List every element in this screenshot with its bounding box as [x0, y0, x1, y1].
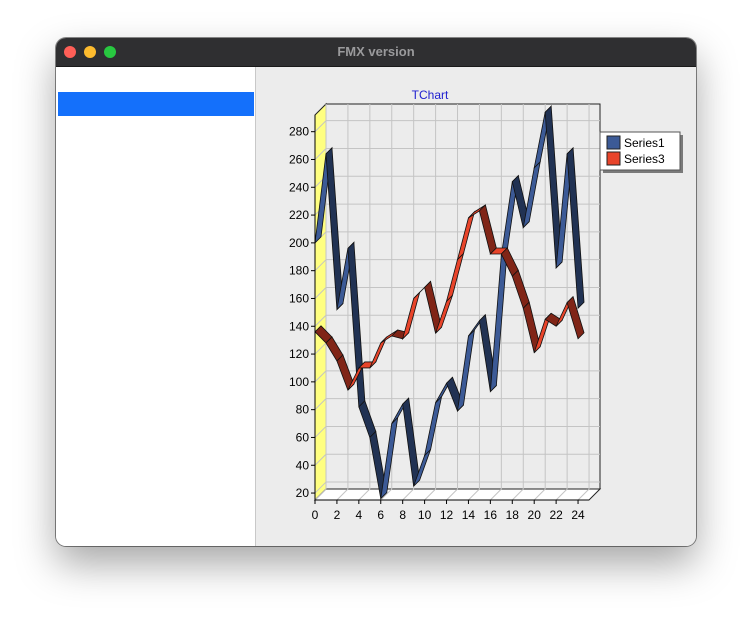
- x-tick-label: 20: [528, 508, 542, 522]
- chart-back-wall: [325, 103, 601, 490]
- x-tick-label: 8: [399, 508, 406, 522]
- x-tick-label: 2: [334, 508, 341, 522]
- x-tick-label: 22: [549, 508, 563, 522]
- app-window: FMX version TChart 20 40 60 80 100 120 140 160 1…: [56, 38, 696, 546]
- tchart: TChart 204060801001201401601802002202402…: [289, 88, 683, 522]
- y-tick-label: 40: [296, 458, 310, 472]
- y-tick-label: 240: [289, 180, 309, 194]
- x-tick-label: 4: [355, 508, 362, 522]
- x-tick-label: 12: [440, 508, 454, 522]
- legend-label-series1: Series1: [624, 136, 665, 150]
- y-tick-label: 140: [289, 319, 309, 333]
- x-tick-label: 18: [506, 508, 520, 522]
- list-item-selected[interactable]: [58, 92, 254, 116]
- title-bar[interactable]: FMX version: [56, 38, 696, 67]
- y-tick-label: 60: [296, 430, 310, 444]
- x-tick-label: 14: [462, 508, 476, 522]
- chart-left-wall: [314, 102, 327, 502]
- legend-label-series3: Series3: [624, 152, 665, 166]
- window-title: FMX version: [337, 44, 415, 59]
- y-tick-label: 180: [289, 264, 309, 278]
- y-tick-label: 260: [289, 152, 309, 166]
- legend-swatch-series1: [606, 135, 621, 150]
- y-tick-label: 80: [296, 403, 310, 417]
- y-tick-label: 100: [289, 375, 309, 389]
- x-tick-label: 24: [571, 508, 585, 522]
- item-list[interactable]: [56, 67, 256, 546]
- y-tick-label: 20: [296, 486, 310, 500]
- x-tick-label: 6: [377, 508, 384, 522]
- y-tick-label: 200: [289, 236, 309, 250]
- legend-swatch-series3: [606, 151, 621, 166]
- x-tick-label: 0: [312, 508, 319, 522]
- window-content: TChart 20 40 60 80 100 120 140 160 180 200 220 240 2…: [56, 67, 696, 546]
- chart-legend: Series1 Series3: [599, 131, 683, 173]
- chart-panel: TChart 20 40 60 80 100 120 140 160 180 200 220 240 2…: [256, 67, 696, 546]
- x-tick-label: 16: [484, 508, 498, 522]
- y-tick-label: 160: [289, 291, 309, 305]
- x-tick-label: 10: [418, 508, 432, 522]
- y-tick-label: 120: [289, 347, 309, 361]
- y-tick-label: 280: [289, 125, 309, 139]
- y-tick-label: 220: [289, 208, 309, 222]
- chart-title: TChart: [412, 88, 449, 102]
